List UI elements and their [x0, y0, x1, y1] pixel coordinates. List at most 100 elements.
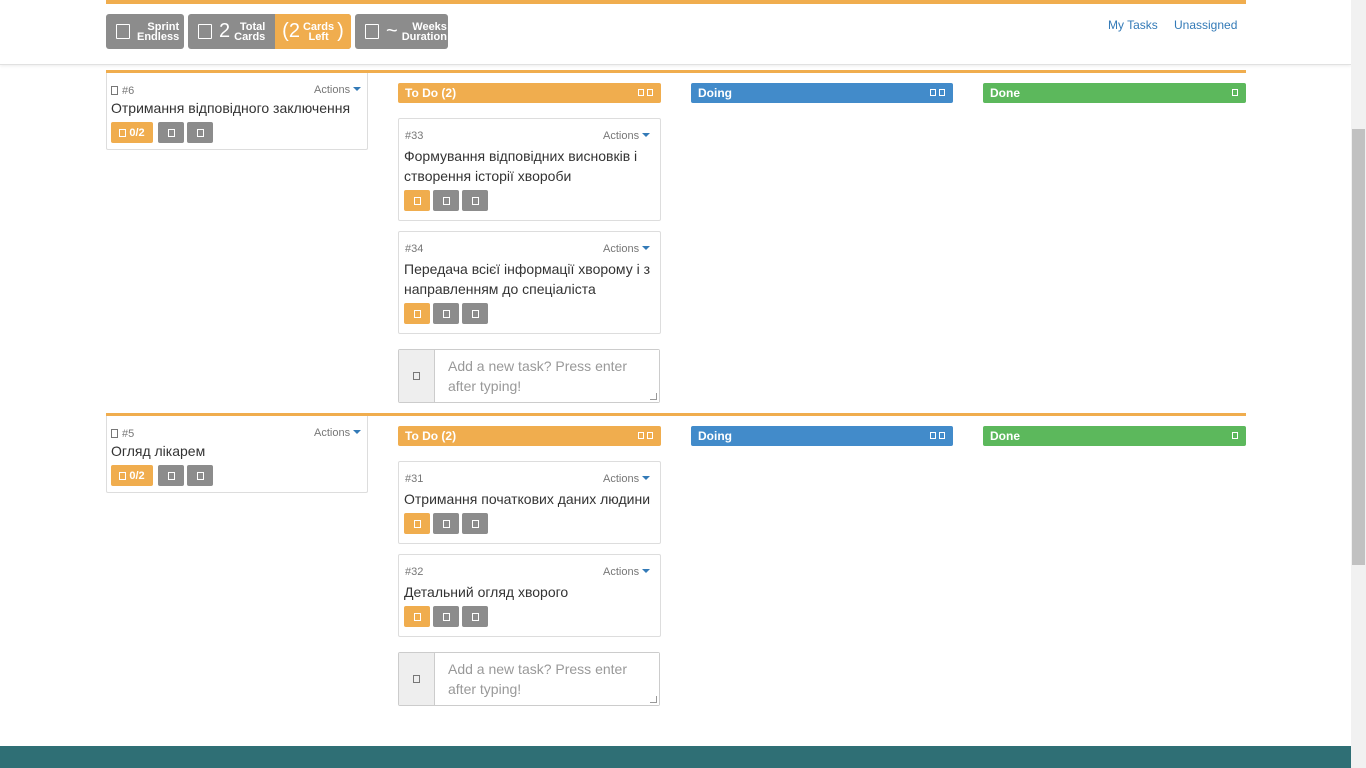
- total-cards-stat[interactable]: 2 Total Cards ( 2 Cards Left ): [188, 14, 351, 49]
- add-task-input[interactable]: [436, 653, 659, 705]
- actions-label: Actions: [603, 473, 640, 485]
- progress-label: 0/2: [129, 469, 145, 482]
- user-icon: [442, 196, 450, 205]
- comment-icon: [471, 196, 479, 205]
- collapse-icon[interactable]: [930, 432, 936, 439]
- task-card[interactable]: #34 Actions Передача всієї інформації хв…: [398, 231, 661, 334]
- story-actions-dropdown[interactable]: Actions: [314, 84, 362, 96]
- comment-icon: [196, 471, 204, 480]
- expand-icon[interactable]: [939, 89, 945, 96]
- assign-button[interactable]: [158, 465, 184, 486]
- task-title: Отримання початкових даних людини: [404, 491, 651, 507]
- expand-icon[interactable]: [1232, 432, 1238, 439]
- assign-button[interactable]: [158, 122, 184, 143]
- task-progress-button[interactable]: 0/2: [111, 465, 153, 486]
- expand-icon[interactable]: [647, 432, 653, 439]
- actions-label: Actions: [314, 427, 351, 439]
- actions-label: Actions: [603, 243, 640, 255]
- comment-button[interactable]: [462, 303, 488, 324]
- clock-icon: [365, 24, 379, 39]
- comment-icon: [471, 519, 479, 528]
- expand-icon[interactable]: [1232, 89, 1238, 96]
- task-status-button[interactable]: [404, 303, 430, 324]
- done-label: Done: [990, 429, 1020, 443]
- user-icon: [167, 128, 175, 137]
- assign-button[interactable]: [433, 190, 459, 211]
- duration-label: Duration: [401, 30, 447, 43]
- story-number: #6: [122, 85, 135, 97]
- caret-down-icon: [642, 569, 651, 573]
- my-tasks-link[interactable]: My Tasks: [1108, 18, 1158, 32]
- task-number: #33: [405, 130, 424, 142]
- comment-icon: [471, 612, 479, 621]
- task-title: Детальний огляд хворого: [404, 584, 569, 600]
- unassigned-link[interactable]: Unassigned: [1174, 18, 1237, 32]
- task-status-button[interactable]: [404, 606, 430, 627]
- task-actions-dropdown[interactable]: Actions: [603, 243, 651, 255]
- task-number: #31: [405, 473, 424, 485]
- cards-label: Cards: [234, 30, 266, 43]
- add-task-addon: [399, 350, 435, 402]
- actions-label: Actions: [603, 566, 640, 578]
- resize-handle[interactable]: [650, 696, 657, 703]
- add-task-box: [398, 652, 660, 706]
- task-status-button[interactable]: [404, 190, 430, 211]
- story-title: Отримання відповідного заключення: [111, 100, 351, 116]
- column-header-done: Done: [983, 426, 1246, 446]
- caret-down-icon: [353, 430, 362, 434]
- total-cards-count: 2: [219, 20, 231, 42]
- task-status-button[interactable]: [404, 513, 430, 534]
- column-header-doing: Doing: [691, 426, 953, 446]
- todo-label: To Do (2): [405, 86, 457, 100]
- duration-stat[interactable]: ~ Weeks Duration: [355, 14, 448, 49]
- comment-button[interactable]: [462, 606, 488, 627]
- caret-down-icon: [642, 476, 651, 480]
- task-progress-button[interactable]: 0/2: [111, 122, 153, 143]
- task-card[interactable]: #32 Actions Детальний огляд хворого: [398, 554, 661, 637]
- add-task-input[interactable]: [436, 350, 659, 402]
- story-actions-dropdown[interactable]: Actions: [314, 427, 362, 439]
- assign-button[interactable]: [433, 303, 459, 324]
- cards-left-count: 2: [288, 20, 300, 42]
- task-actions-dropdown[interactable]: Actions: [603, 566, 651, 578]
- task-actions-dropdown[interactable]: Actions: [603, 130, 651, 142]
- expand-icon[interactable]: [939, 432, 945, 439]
- task-card[interactable]: #33 Actions Формування відповідних висно…: [398, 118, 661, 221]
- story-card[interactable]: #5 Actions Огляд лікарем 0/2: [106, 416, 368, 493]
- scrollbar-thumb[interactable]: [1352, 129, 1365, 565]
- progress-label: 0/2: [129, 126, 145, 139]
- collapse-icon[interactable]: [930, 89, 936, 96]
- assign-button[interactable]: [433, 606, 459, 627]
- comment-button[interactable]: [462, 190, 488, 211]
- task-actions-dropdown[interactable]: Actions: [603, 473, 651, 485]
- comment-button[interactable]: [187, 465, 213, 486]
- checkbox-icon: [413, 612, 421, 621]
- column-header-doing: Doing: [691, 83, 953, 103]
- comment-button[interactable]: [462, 513, 488, 534]
- expand-icon[interactable]: [647, 89, 653, 96]
- story-number: #5: [122, 428, 135, 440]
- cards-icon: [198, 24, 212, 39]
- caret-down-icon: [353, 87, 362, 91]
- column-header-done: Done: [983, 83, 1246, 103]
- weeks-value: ~: [386, 20, 398, 42]
- comment-button[interactable]: [187, 122, 213, 143]
- task-card[interactable]: #31 Actions Отримання початкових даних л…: [398, 461, 661, 544]
- done-label: Done: [990, 86, 1020, 100]
- close-paren: ): [337, 20, 344, 42]
- assign-button[interactable]: [433, 513, 459, 534]
- task-title: Формування відповідних висновків і створ…: [404, 148, 638, 184]
- user-icon: [442, 519, 450, 528]
- add-task-box: [398, 349, 660, 403]
- top-header: Sprint Endless 2 Total Cards ( 2 Cards L…: [0, 0, 1351, 65]
- collapse-icon[interactable]: [638, 89, 644, 96]
- task-title: Передача всієї інформації хворому і з на…: [404, 261, 651, 297]
- actions-label: Actions: [314, 84, 351, 96]
- story-card[interactable]: #6 Actions Отримання відповідного заключ…: [106, 73, 368, 150]
- resize-handle[interactable]: [650, 393, 657, 400]
- actions-label: Actions: [603, 130, 640, 142]
- sprint-value: Endless: [137, 30, 180, 43]
- collapse-icon[interactable]: [638, 432, 644, 439]
- page-footer: [0, 746, 1351, 768]
- sprint-stat[interactable]: Sprint Endless: [106, 14, 184, 49]
